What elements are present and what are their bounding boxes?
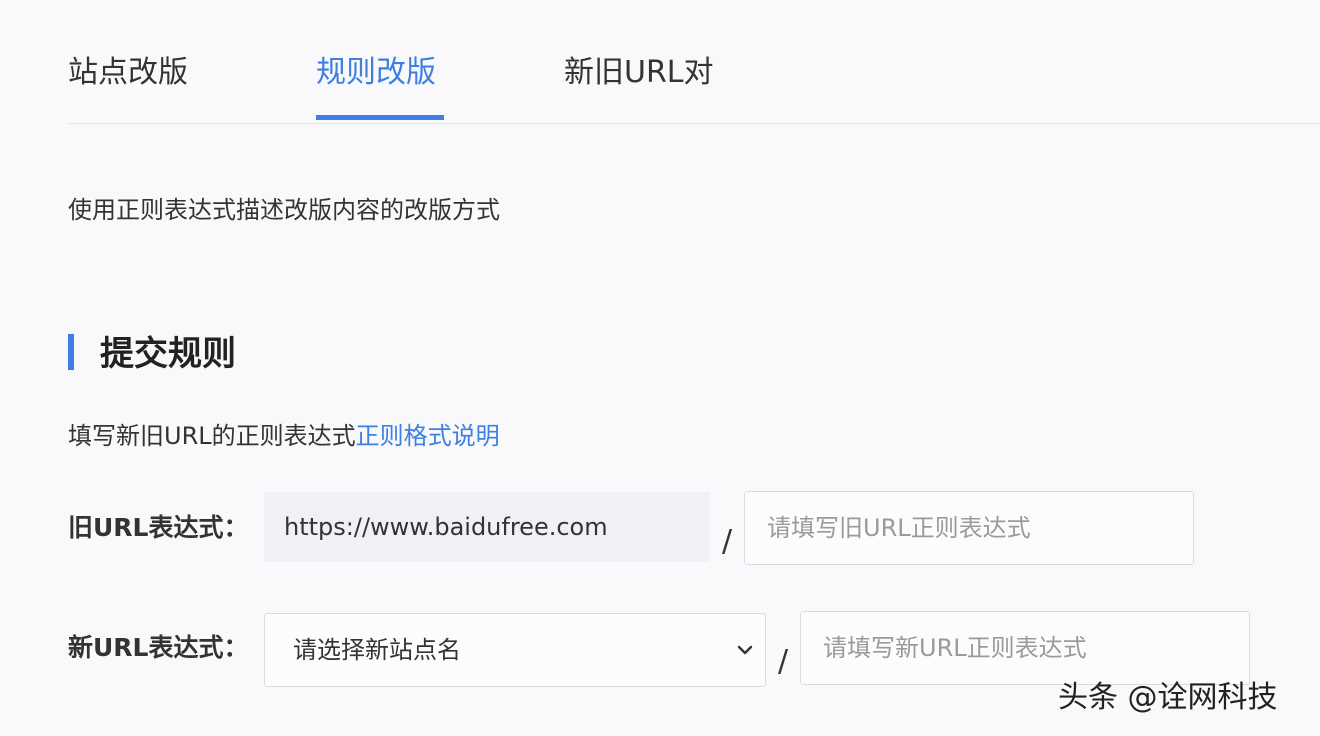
hint-text: 填写新旧URL的正则表达式 bbox=[68, 422, 356, 450]
tab-site-revision[interactable]: 站点改版 bbox=[68, 52, 188, 94]
new-site-select-value: 请选择新站点名 bbox=[293, 636, 461, 664]
page-description: 使用正则表达式描述改版内容的改版方式 bbox=[68, 196, 500, 224]
section-accent-bar bbox=[68, 334, 74, 370]
old-url-regex-input[interactable] bbox=[744, 491, 1194, 565]
active-tab-indicator bbox=[316, 115, 444, 120]
old-url-domain-display: https://www.baidufree.com bbox=[264, 492, 710, 562]
section-hint: 填写新旧URL的正则表达式正则格式说明 bbox=[68, 418, 500, 454]
new-url-regex-input[interactable] bbox=[800, 611, 1250, 685]
watermark: 头条 @诠网科技 bbox=[1058, 680, 1278, 715]
regex-format-help-link[interactable]: 正则格式说明 bbox=[356, 422, 500, 450]
old-url-label: 旧URL表达式： bbox=[68, 513, 249, 542]
chevron-down-icon bbox=[737, 645, 753, 655]
new-url-separator: / bbox=[778, 644, 789, 679]
section-title: 提交规则 bbox=[100, 334, 236, 374]
old-url-separator: / bbox=[722, 524, 733, 559]
tab-bar: 站点改版 规则改版 新旧URL对 bbox=[68, 0, 1320, 124]
tab-url-pairs[interactable]: 新旧URL对 bbox=[564, 52, 714, 94]
new-site-select[interactable]: 请选择新站点名 bbox=[264, 613, 766, 687]
new-url-label: 新URL表达式： bbox=[68, 633, 249, 662]
tab-rule-revision[interactable]: 规则改版 bbox=[316, 52, 436, 94]
